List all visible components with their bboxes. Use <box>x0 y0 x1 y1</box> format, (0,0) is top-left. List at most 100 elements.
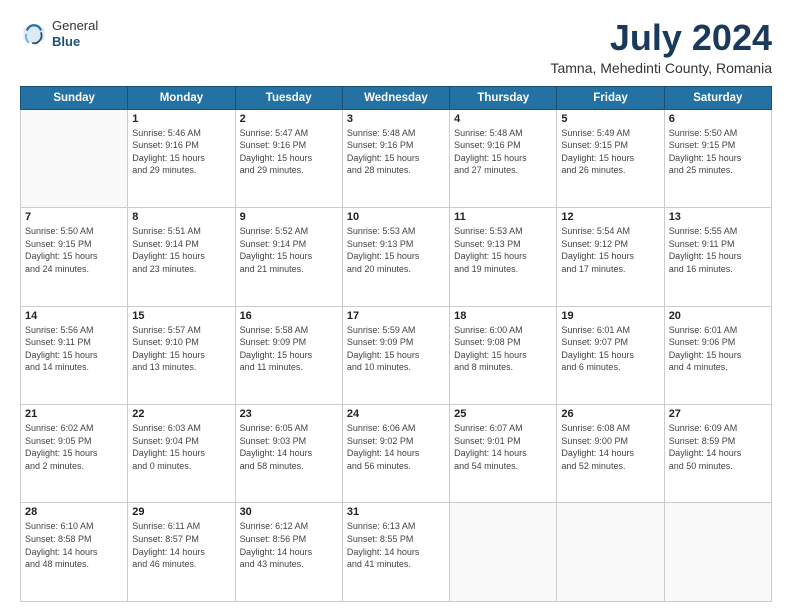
day-info: Sunrise: 5:49 AM Sunset: 9:15 PM Dayligh… <box>561 127 659 177</box>
title-block: July 2024 Tamna, Mehedinti County, Roman… <box>550 18 772 76</box>
day-info: Sunrise: 6:12 AM Sunset: 8:56 PM Dayligh… <box>240 520 338 570</box>
calendar-week-4: 21 Sunrise: 6:02 AM Sunset: 9:05 PM Dayli… <box>21 405 772 503</box>
day-info: Sunrise: 5:47 AM Sunset: 9:16 PM Dayligh… <box>240 127 338 177</box>
calendar-cell: 31 Sunrise: 6:13 AM Sunset: 8:55 PM Dayli… <box>342 503 449 602</box>
calendar-cell: 9 Sunrise: 5:52 AM Sunset: 9:14 PM Daylig… <box>235 208 342 306</box>
day-info: Sunrise: 6:00 AM Sunset: 9:08 PM Dayligh… <box>454 324 552 374</box>
day-number: 21 <box>25 408 123 420</box>
day-info: Sunrise: 5:46 AM Sunset: 9:16 PM Dayligh… <box>132 127 230 177</box>
day-number: 2 <box>240 113 338 125</box>
day-number: 23 <box>240 408 338 420</box>
day-info: Sunrise: 6:03 AM Sunset: 9:04 PM Dayligh… <box>132 422 230 472</box>
day-info: Sunrise: 5:55 AM Sunset: 9:11 PM Dayligh… <box>669 225 767 275</box>
calendar-header-row: Sunday Monday Tuesday Wednesday Thursday… <box>21 86 772 109</box>
col-thursday: Thursday <box>450 86 557 109</box>
day-info: Sunrise: 6:06 AM Sunset: 9:02 PM Dayligh… <box>347 422 445 472</box>
calendar-cell: 12 Sunrise: 5:54 AM Sunset: 9:12 PM Dayli… <box>557 208 664 306</box>
day-number: 14 <box>25 310 123 322</box>
calendar-cell: 8 Sunrise: 5:51 AM Sunset: 9:14 PM Daylig… <box>128 208 235 306</box>
day-number: 27 <box>669 408 767 420</box>
day-info: Sunrise: 5:50 AM Sunset: 9:15 PM Dayligh… <box>25 225 123 275</box>
calendar-cell: 2 Sunrise: 5:47 AM Sunset: 9:16 PM Daylig… <box>235 109 342 207</box>
day-info: Sunrise: 6:08 AM Sunset: 9:00 PM Dayligh… <box>561 422 659 472</box>
calendar-cell: 7Sunrise: 5:50 AM Sunset: 9:15 PM Daylig… <box>21 208 128 306</box>
col-tuesday: Tuesday <box>235 86 342 109</box>
logo-text: General Blue <box>52 18 98 49</box>
calendar-table: Sunday Monday Tuesday Wednesday Thursday… <box>20 86 772 602</box>
calendar-cell: 26 Sunrise: 6:08 AM Sunset: 9:00 PM Dayli… <box>557 405 664 503</box>
calendar-week-3: 14 Sunrise: 5:56 AM Sunset: 9:11 PM Dayli… <box>21 306 772 404</box>
calendar-cell: 4Sunrise: 5:48 AM Sunset: 9:16 PM Daylig… <box>450 109 557 207</box>
calendar-cell: 30 Sunrise: 6:12 AM Sunset: 8:56 PM Dayli… <box>235 503 342 602</box>
day-info: Sunrise: 5:51 AM Sunset: 9:14 PM Dayligh… <box>132 225 230 275</box>
col-sunday: Sunday <box>21 86 128 109</box>
day-number: 24 <box>347 408 445 420</box>
day-info: Sunrise: 5:53 AM Sunset: 9:13 PM Dayligh… <box>347 225 445 275</box>
calendar-cell <box>450 503 557 602</box>
logo-icon <box>20 20 48 48</box>
day-number: 26 <box>561 408 659 420</box>
day-info: Sunrise: 6:02 AM Sunset: 9:05 PM Dayligh… <box>25 422 123 472</box>
day-info: Sunrise: 6:01 AM Sunset: 9:06 PM Dayligh… <box>669 324 767 374</box>
calendar-week-2: 7Sunrise: 5:50 AM Sunset: 9:15 PM Daylig… <box>21 208 772 306</box>
day-info: Sunrise: 6:07 AM Sunset: 9:01 PM Dayligh… <box>454 422 552 472</box>
col-saturday: Saturday <box>664 86 771 109</box>
calendar-cell <box>664 503 771 602</box>
day-number: 22 <box>132 408 230 420</box>
location: Tamna, Mehedinti County, Romania <box>550 60 772 76</box>
calendar-cell: 1 Sunrise: 5:46 AM Sunset: 9:16 PM Daylig… <box>128 109 235 207</box>
calendar-cell <box>557 503 664 602</box>
day-number: 18 <box>454 310 552 322</box>
day-info: Sunrise: 6:10 AM Sunset: 8:58 PM Dayligh… <box>25 520 123 570</box>
calendar-week-1: 1 Sunrise: 5:46 AM Sunset: 9:16 PM Daylig… <box>21 109 772 207</box>
calendar-cell: 21 Sunrise: 6:02 AM Sunset: 9:05 PM Dayli… <box>21 405 128 503</box>
calendar-cell: 5 Sunrise: 5:49 AM Sunset: 9:15 PM Daylig… <box>557 109 664 207</box>
calendar-cell: 25 Sunrise: 6:07 AM Sunset: 9:01 PM Dayli… <box>450 405 557 503</box>
day-number: 25 <box>454 408 552 420</box>
day-number: 20 <box>669 310 767 322</box>
day-number: 5 <box>561 113 659 125</box>
header: General Blue July 2024 Tamna, Mehedinti … <box>20 18 772 76</box>
day-info: Sunrise: 5:52 AM Sunset: 9:14 PM Dayligh… <box>240 225 338 275</box>
day-number: 30 <box>240 506 338 518</box>
col-friday: Friday <box>557 86 664 109</box>
day-number: 16 <box>240 310 338 322</box>
day-number: 31 <box>347 506 445 518</box>
col-monday: Monday <box>128 86 235 109</box>
calendar-cell: 27 Sunrise: 6:09 AM Sunset: 8:59 PM Dayli… <box>664 405 771 503</box>
day-info: Sunrise: 5:56 AM Sunset: 9:11 PM Dayligh… <box>25 324 123 374</box>
day-number: 19 <box>561 310 659 322</box>
day-number: 9 <box>240 211 338 223</box>
calendar-cell: 16 Sunrise: 5:58 AM Sunset: 9:09 PM Dayli… <box>235 306 342 404</box>
calendar-cell: 29Sunrise: 6:11 AM Sunset: 8:57 PM Dayli… <box>128 503 235 602</box>
day-info: Sunrise: 5:50 AM Sunset: 9:15 PM Dayligh… <box>669 127 767 177</box>
day-info: Sunrise: 5:58 AM Sunset: 9:09 PM Dayligh… <box>240 324 338 374</box>
calendar-cell: 6Sunrise: 5:50 AM Sunset: 9:15 PM Daylig… <box>664 109 771 207</box>
day-number: 13 <box>669 211 767 223</box>
day-info: Sunrise: 6:05 AM Sunset: 9:03 PM Dayligh… <box>240 422 338 472</box>
calendar-cell: 24 Sunrise: 6:06 AM Sunset: 9:02 PM Dayli… <box>342 405 449 503</box>
calendar-cell: 15Sunrise: 5:57 AM Sunset: 9:10 PM Dayli… <box>128 306 235 404</box>
day-info: Sunrise: 5:48 AM Sunset: 9:16 PM Dayligh… <box>347 127 445 177</box>
day-info: Sunrise: 5:54 AM Sunset: 9:12 PM Dayligh… <box>561 225 659 275</box>
day-info: Sunrise: 6:13 AM Sunset: 8:55 PM Dayligh… <box>347 520 445 570</box>
calendar-cell: 23 Sunrise: 6:05 AM Sunset: 9:03 PM Dayli… <box>235 405 342 503</box>
day-info: Sunrise: 5:48 AM Sunset: 9:16 PM Dayligh… <box>454 127 552 177</box>
day-number: 8 <box>132 211 230 223</box>
day-info: Sunrise: 6:01 AM Sunset: 9:07 PM Dayligh… <box>561 324 659 374</box>
col-wednesday: Wednesday <box>342 86 449 109</box>
calendar-cell: 17Sunrise: 5:59 AM Sunset: 9:09 PM Dayli… <box>342 306 449 404</box>
day-number: 3 <box>347 113 445 125</box>
calendar-cell: 19 Sunrise: 6:01 AM Sunset: 9:07 PM Dayli… <box>557 306 664 404</box>
day-number: 11 <box>454 211 552 223</box>
day-number: 10 <box>347 211 445 223</box>
calendar-week-5: 28Sunrise: 6:10 AM Sunset: 8:58 PM Dayli… <box>21 503 772 602</box>
day-info: Sunrise: 5:57 AM Sunset: 9:10 PM Dayligh… <box>132 324 230 374</box>
day-number: 12 <box>561 211 659 223</box>
day-info: Sunrise: 6:11 AM Sunset: 8:57 PM Dayligh… <box>132 520 230 570</box>
day-info: Sunrise: 6:09 AM Sunset: 8:59 PM Dayligh… <box>669 422 767 472</box>
day-number: 17 <box>347 310 445 322</box>
calendar-cell: 11Sunrise: 5:53 AM Sunset: 9:13 PM Dayli… <box>450 208 557 306</box>
calendar-cell: 18 Sunrise: 6:00 AM Sunset: 9:08 PM Dayli… <box>450 306 557 404</box>
day-number: 1 <box>132 113 230 125</box>
